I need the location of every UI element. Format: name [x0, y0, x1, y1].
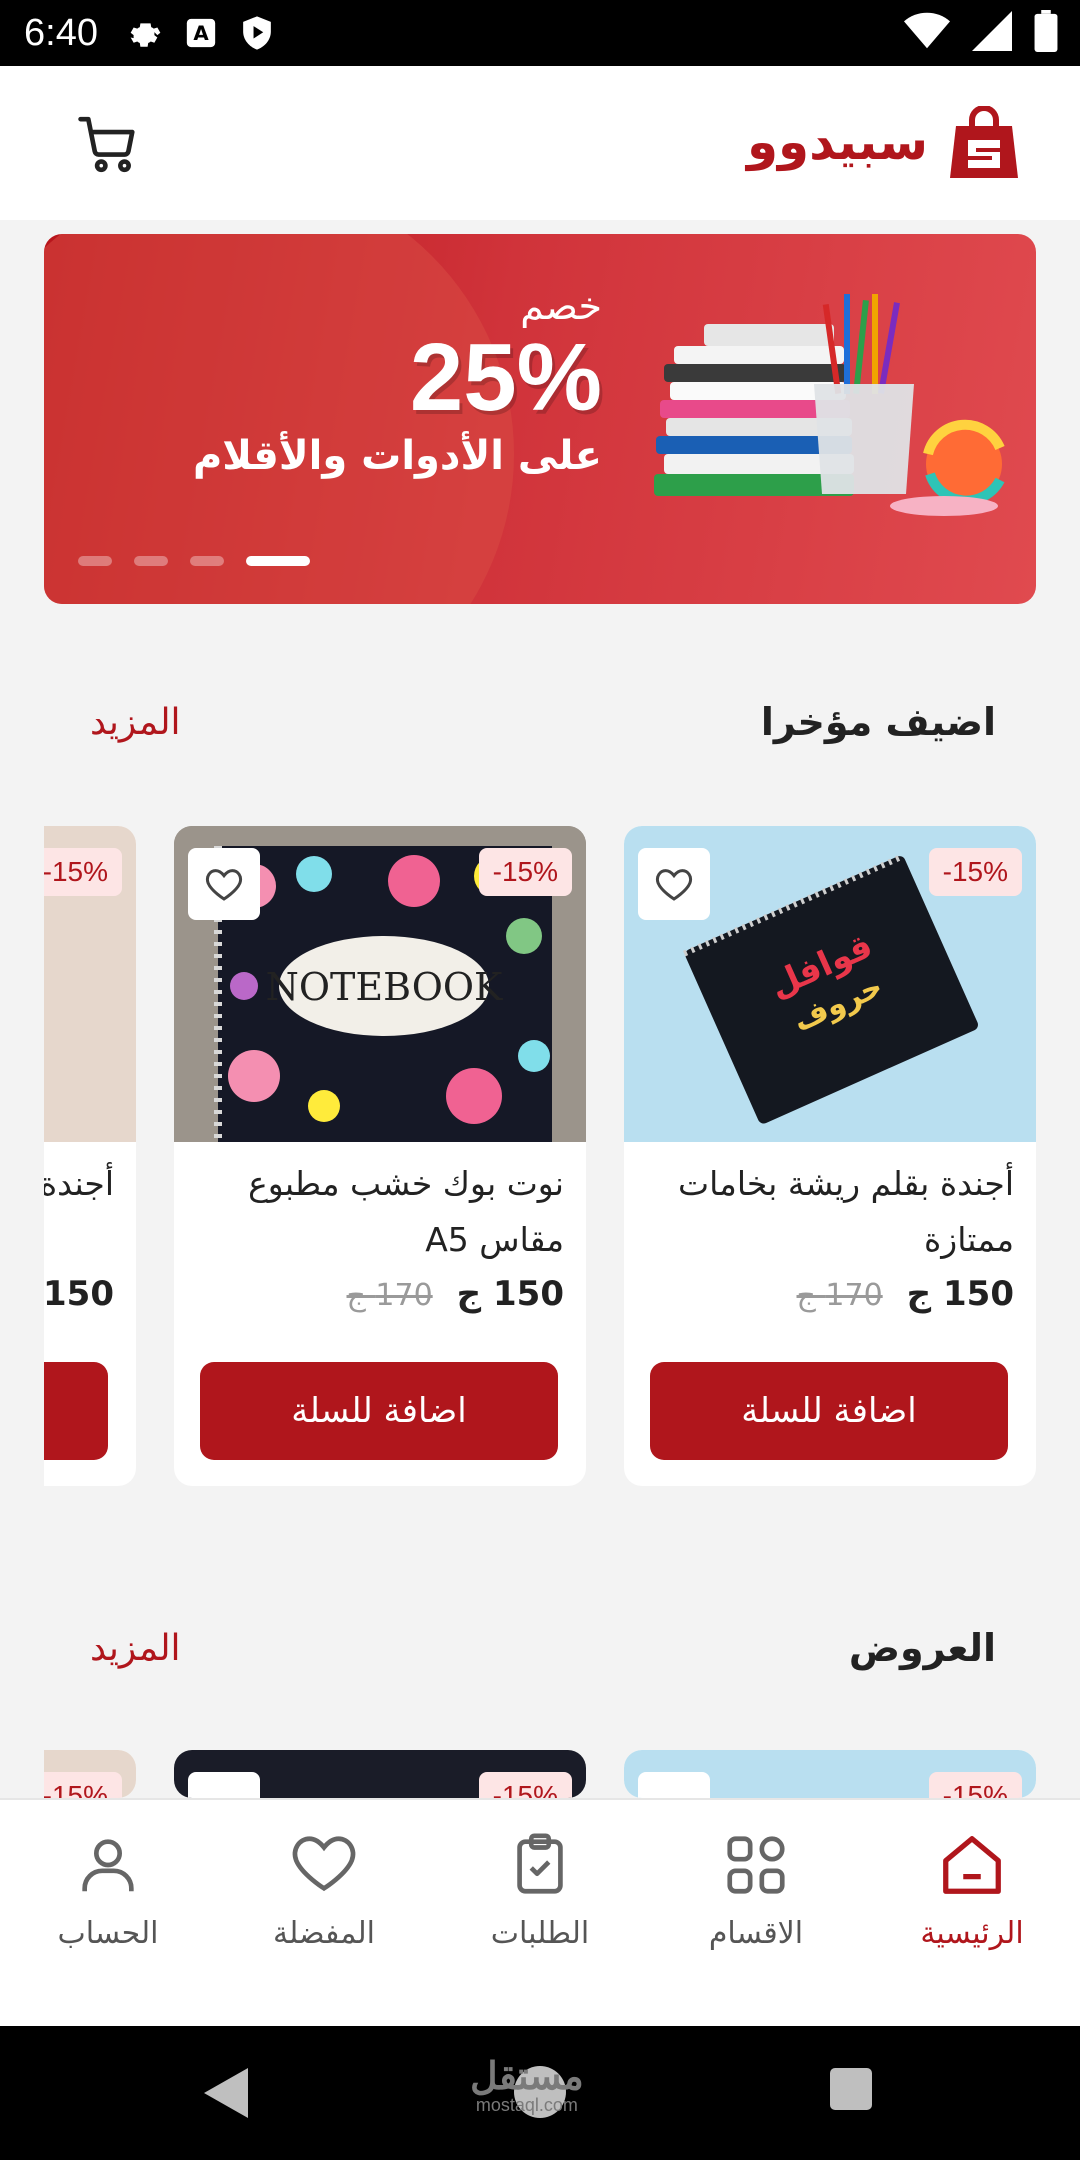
- battery-icon: [1034, 10, 1058, 56]
- watermark: مستقل mostaql.com: [470, 2054, 584, 2116]
- heart-icon: [289, 1830, 359, 1900]
- app-header: سبيدوو: [0, 66, 1080, 220]
- wifi-icon: [904, 11, 950, 55]
- product-image: -15%: [624, 1750, 1036, 1798]
- product-image: -15%: [44, 1750, 136, 1798]
- carousel-dot[interactable]: [78, 556, 112, 566]
- section-title: العروض: [848, 1626, 996, 1670]
- product-card[interactable]: NOTEBOOK -15% نوت بوك خشب مطبوع مقاس A5 …: [174, 826, 586, 1486]
- price-current: 150: [44, 1274, 114, 1314]
- nav-label: الرئيسية: [920, 1916, 1024, 1951]
- discount-badge: -15%: [44, 1772, 122, 1798]
- promo-banner[interactable]: خصم 25% على الأدوات والأقلام: [44, 234, 1036, 604]
- product-image: NOTEBOOK -15%: [174, 826, 586, 1142]
- clipboard-icon: [505, 1830, 575, 1900]
- stationery-illustration: [644, 294, 1024, 558]
- carousel-dot[interactable]: [190, 556, 224, 566]
- product-title: نوت بوك خشب مطبوع مقاس A5: [248, 1164, 564, 1259]
- nav-label: الطلبات: [490, 1916, 590, 1951]
- product-price: 150 ج 170 ج: [347, 1274, 565, 1314]
- recents-button[interactable]: [830, 2068, 872, 2110]
- grid-icon: [721, 1830, 791, 1900]
- svg-text:A: A: [193, 22, 209, 45]
- add-to-cart-button[interactable]: اضافة للسلة: [650, 1362, 1008, 1460]
- offers-section-header: العروض المزيد: [44, 1626, 1036, 1686]
- status-bar: 6:40 A: [0, 0, 1080, 66]
- play-shield-icon: [240, 15, 274, 51]
- brand: سبيدوو: [746, 105, 1018, 178]
- recent-products: قوافل حروف -15% أجندة بقلم ريشة بخامات م…: [44, 826, 1036, 1486]
- nav-label: المفضلة: [272, 1916, 376, 1951]
- banner-subtitle: على الأدوات والأقلام: [192, 432, 602, 479]
- product-image: -15%: [174, 1750, 586, 1798]
- system-navigation: مستقل mostaql.com: [0, 2026, 1080, 2160]
- product-image: قوافل حروف -15%: [624, 826, 1036, 1142]
- svg-text:NOTEBOOK: NOTEBOOK: [266, 965, 503, 1009]
- recent-section-header: اضيف مؤخرا المزيد: [44, 700, 1036, 760]
- add-to-cart-button[interactable]: اضافة للسلة: [200, 1362, 558, 1460]
- favorite-heart-icon[interactable]: [638, 1772, 710, 1798]
- discount-badge: -15%: [44, 848, 122, 896]
- product-price: 150 ج 170 ج: [797, 1274, 1015, 1314]
- nav-orders[interactable]: الطلبات: [440, 1830, 640, 1951]
- banner-percent: 25%: [409, 324, 602, 431]
- product-card[interactable]: -15% أجندة ممتازة 150: [44, 826, 136, 1486]
- product-price: 150: [44, 1274, 114, 1314]
- nav-account[interactable]: الحساب: [8, 1830, 208, 1951]
- nav-home[interactable]: الرئيسية: [872, 1830, 1072, 1951]
- settings-gear-icon: [126, 15, 162, 51]
- product-card[interactable]: -15%: [624, 1750, 1036, 1798]
- bottom-navigation: الرئيسية الاقسام الطلبات المفضلة الحساب: [0, 1798, 1080, 2026]
- favorite-heart-icon[interactable]: [638, 848, 710, 920]
- product-image: -15%: [44, 826, 136, 1142]
- discount-badge: -15%: [928, 848, 1022, 896]
- signal-icon: [972, 11, 1012, 55]
- price-old: 170 ج: [346, 1278, 433, 1313]
- home-icon: [937, 1830, 1007, 1900]
- offers-products: -15% -15% -15%: [44, 1750, 1036, 1798]
- status-time: 6:40: [24, 11, 98, 54]
- brand-logo-icon: [950, 105, 1018, 178]
- banner-text: خصم 25% على الأدوات والأقلام: [193, 284, 602, 479]
- cart-icon[interactable]: [78, 114, 140, 176]
- discount-badge: -15%: [478, 848, 572, 896]
- product-card[interactable]: قوافل حروف -15% أجندة بقلم ريشة بخامات م…: [624, 826, 1036, 1486]
- banner-kicker: خصم: [520, 284, 602, 328]
- nav-categories[interactable]: الاقسام: [656, 1830, 856, 1951]
- product-card[interactable]: -15%: [174, 1750, 586, 1798]
- carousel-dots: [78, 556, 310, 566]
- product-title: أجندة بقلم ريشة بخامات ممتازة: [678, 1164, 1014, 1259]
- price-current: 150 ج: [906, 1274, 1014, 1314]
- watermark-text: مستقل: [470, 2056, 584, 2098]
- watermark-url: mostaql.com: [475, 2095, 578, 2115]
- nav-label: الحساب: [57, 1916, 159, 1951]
- price-current: 150 ج: [456, 1274, 564, 1314]
- user-icon: [73, 1830, 143, 1900]
- section-title: اضيف مؤخرا: [760, 700, 996, 744]
- product-title: أجندة ممتازة: [44, 1164, 114, 1203]
- price-old: 170 ج: [796, 1278, 883, 1313]
- product-card[interactable]: -15%: [44, 1750, 136, 1798]
- favorite-heart-icon[interactable]: [188, 1772, 260, 1798]
- autofill-a-icon: A: [184, 16, 218, 50]
- carousel-dot[interactable]: [134, 556, 168, 566]
- more-link[interactable]: المزيد: [90, 1628, 181, 1669]
- nav-label: الاقسام: [708, 1916, 804, 1951]
- back-icon[interactable]: [204, 2068, 248, 2122]
- add-to-cart-button[interactable]: [44, 1362, 108, 1460]
- more-link[interactable]: المزيد: [90, 702, 181, 743]
- carousel-dot-active[interactable]: [246, 556, 310, 566]
- brand-name: سبيدوو: [746, 113, 928, 171]
- discount-badge: -15%: [928, 1772, 1022, 1798]
- favorite-heart-icon[interactable]: [188, 848, 260, 920]
- discount-badge: -15%: [478, 1772, 572, 1798]
- nav-favorites[interactable]: المفضلة: [224, 1830, 424, 1951]
